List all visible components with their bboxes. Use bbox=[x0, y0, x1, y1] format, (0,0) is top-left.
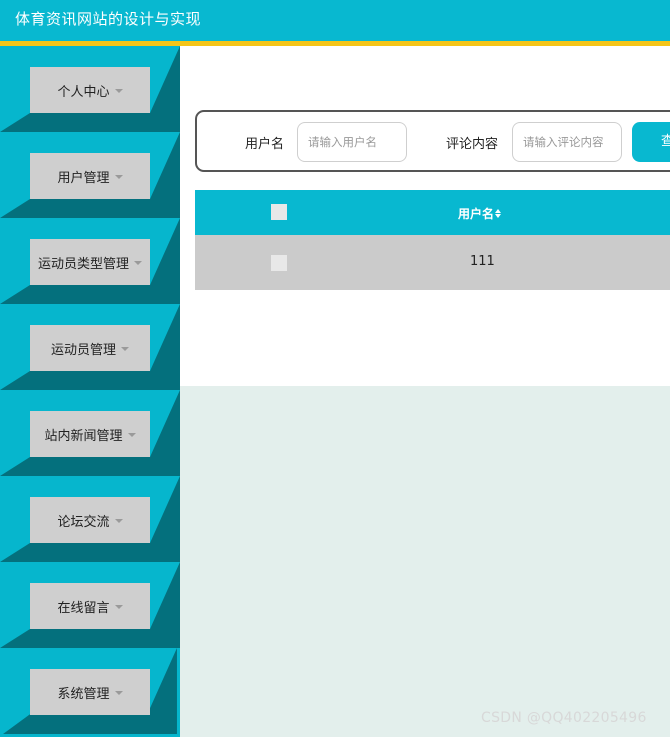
sidebar-item-athlete-type-management[interactable]: 运动员类型管理 bbox=[0, 218, 180, 304]
chevron-down-icon bbox=[114, 174, 123, 179]
sidebar-button-online-messages[interactable]: 在线留言 bbox=[30, 583, 150, 629]
chevron-down-icon bbox=[114, 690, 123, 695]
sidebar-item-site-news-management[interactable]: 站内新闻管理 bbox=[0, 390, 180, 476]
sidebar-button-site-news-management[interactable]: 站内新闻管理 bbox=[30, 411, 150, 457]
sidebar-button-user-management[interactable]: 用户管理 bbox=[30, 153, 150, 199]
sort-icon[interactable] bbox=[495, 209, 502, 218]
column-header-label: 用户名 bbox=[458, 207, 495, 221]
sidebar-item-online-messages[interactable]: 在线留言 bbox=[0, 562, 180, 648]
sidebar-button-forum[interactable]: 论坛交流 bbox=[30, 497, 150, 543]
sidebar-item-label: 系统管理 bbox=[57, 686, 110, 702]
comment-content-label: 评论内容 bbox=[446, 137, 499, 152]
sidebar-item-label: 运动员管理 bbox=[50, 342, 116, 358]
sidebar-item-athlete-management[interactable]: 运动员管理 bbox=[0, 304, 180, 390]
sidebar-item-label: 站内新闻管理 bbox=[44, 428, 123, 444]
sidebar-item-system-management[interactable]: 系统管理 bbox=[0, 648, 180, 737]
sidebar-item-forum[interactable]: 论坛交流 bbox=[0, 476, 180, 562]
sidebar: 个人中心 用户管理 运动员类型管理 运动员管理 站内新闻管理 论坛交流 在线留言… bbox=[0, 46, 180, 737]
app-header: 体育资讯网站的设计与实现 bbox=[0, 0, 670, 41]
sidebar-button-personal-center[interactable]: 个人中心 bbox=[30, 67, 150, 113]
column-header-username[interactable]: 用户名 bbox=[458, 205, 502, 222]
select-all-checkbox[interactable] bbox=[271, 204, 287, 220]
sidebar-item-user-management[interactable]: 用户管理 bbox=[0, 132, 180, 218]
sidebar-button-athlete-management[interactable]: 运动员管理 bbox=[30, 325, 150, 371]
comment-content-search-input[interactable]: 请输入评论内容 bbox=[512, 122, 622, 162]
chevron-down-icon bbox=[134, 260, 142, 265]
chevron-down-icon bbox=[114, 88, 123, 93]
username-search-input[interactable]: 请输入用户名 bbox=[297, 122, 407, 162]
chevron-down-icon bbox=[114, 518, 123, 523]
table-header bbox=[195, 190, 670, 235]
username-placeholder: 请输入用户名 bbox=[308, 135, 377, 149]
chevron-down-icon bbox=[121, 346, 129, 351]
username-label: 用户名 bbox=[245, 137, 285, 152]
search-button[interactable]: 查 bbox=[632, 122, 670, 162]
row-checkbox[interactable] bbox=[271, 255, 287, 271]
sidebar-item-label: 论坛交流 bbox=[57, 514, 110, 530]
chevron-down-icon bbox=[114, 604, 123, 609]
sidebar-item-label: 用户管理 bbox=[57, 170, 110, 186]
sidebar-button-system-management[interactable]: 系统管理 bbox=[30, 669, 150, 715]
sidebar-item-label: 在线留言 bbox=[57, 600, 110, 616]
comment-content-placeholder: 请输入评论内容 bbox=[523, 135, 604, 149]
sidebar-item-personal-center[interactable]: 个人中心 bbox=[0, 46, 180, 132]
watermark: CSDN @QQ402205496 bbox=[481, 710, 647, 726]
username-cell: 111 bbox=[470, 254, 495, 269]
table-row[interactable] bbox=[195, 235, 670, 290]
sidebar-item-label: 运动员类型管理 bbox=[37, 256, 129, 272]
sidebar-button-athlete-type-management[interactable]: 运动员类型管理 bbox=[30, 239, 150, 285]
chevron-down-icon bbox=[127, 432, 136, 437]
sidebar-item-label: 个人中心 bbox=[57, 84, 110, 100]
app-title: 体育资讯网站的设计与实现 bbox=[15, 10, 202, 28]
